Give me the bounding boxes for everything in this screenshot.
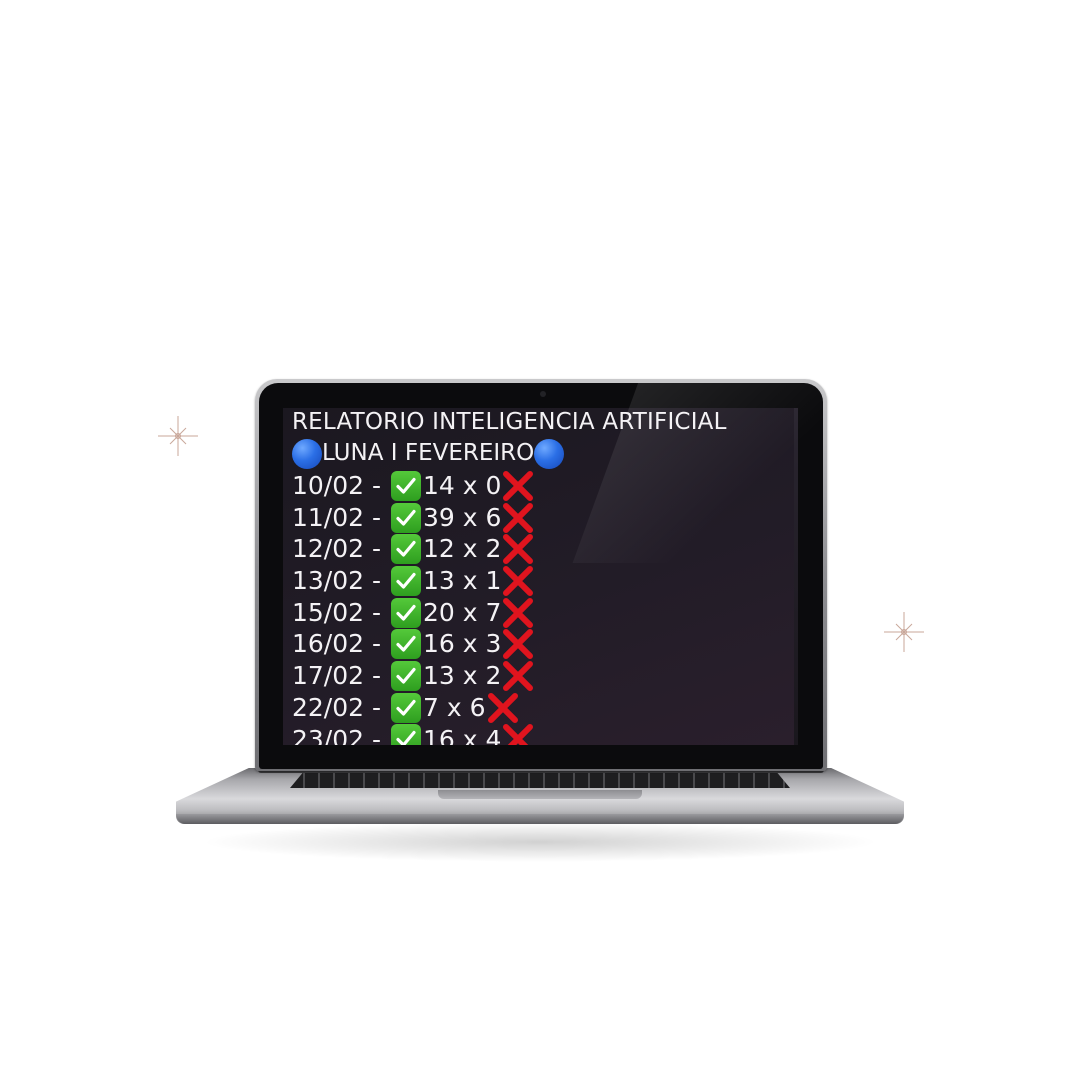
result-score: 13 x 2 (423, 661, 502, 691)
result-row: 12/02 - 12 x 2 (292, 533, 727, 565)
check-mark-icon (391, 565, 422, 596)
result-date: 17/02 - (292, 661, 382, 691)
result-row: 11/02 - 39 x 6 (292, 502, 727, 534)
result-score: 7 x 6 (423, 692, 486, 722)
check-mark-icon (391, 502, 422, 533)
check-mark-icon (391, 660, 422, 691)
result-score: 20 x 7 (423, 597, 502, 627)
laptop-bezel: RELATORIO INTELIGENCIA ARTIFICIAL LUNA I… (259, 383, 823, 769)
result-score: 14 x 0 (423, 471, 502, 500)
check-mark-icon (391, 724, 422, 745)
laptop-shadow (200, 822, 880, 862)
check-mark-icon (391, 692, 422, 723)
cross-mark-icon (501, 564, 535, 598)
result-score: 39 x 6 (423, 502, 502, 532)
check-mark-icon (391, 597, 422, 628)
cross-mark-icon (501, 469, 535, 503)
check-mark-icon (391, 534, 422, 565)
laptop-front-edge (176, 814, 904, 824)
result-date: 22/02 - (292, 692, 382, 722)
laptop-mockup: RELATORIO INTELIGENCIA ARTIFICIAL LUNA I… (0, 0, 1080, 1080)
result-date: 15/02 - (292, 597, 382, 627)
result-date: 16/02 - (292, 629, 382, 659)
cross-mark-icon (501, 501, 535, 535)
cross-mark-icon (501, 596, 535, 630)
laptop-lid: RELATORIO INTELIGENCIA ARTIFICIAL LUNA I… (255, 379, 827, 771)
result-row: 15/02 - 20 x 7 (292, 597, 727, 629)
laptop-trackpad-notch (438, 790, 642, 799)
result-date: 13/02 - (292, 566, 382, 596)
report-subtitle-text: LUNA I FEVEREIRO (322, 440, 535, 466)
cross-mark-icon (486, 691, 520, 725)
result-row: 10/02 - 14 x 0 (292, 470, 727, 502)
results-list: 10/02 -14 x 0 11/02 -39 x 6 12/02 -12 x 21… (292, 470, 727, 745)
laptop-screen: RELATORIO INTELIGENCIA ARTIFICIAL LUNA I… (283, 408, 798, 745)
report-title: RELATORIO INTELIGENCIA ARTIFICIAL (292, 409, 727, 435)
result-date: 11/02 - (292, 502, 382, 532)
blue-circle-icon (534, 438, 565, 469)
result-score: 12 x 2 (423, 534, 502, 564)
cross-mark-icon (501, 532, 535, 566)
check-mark-icon (391, 470, 422, 501)
result-date: 12/02 - (292, 534, 382, 564)
blue-circle-icon (292, 438, 322, 469)
result-score: 13 x 1 (423, 566, 502, 596)
result-row: 17/02 - 13 x 2 (292, 660, 727, 692)
result-date: 23/02 - (292, 724, 382, 746)
check-mark-icon (391, 629, 422, 660)
cross-mark-icon (501, 627, 535, 661)
result-date: 10/02 - (292, 471, 382, 500)
result-row: 13/02 - 13 x 1 (292, 565, 727, 597)
result-score: 16 x 4 (423, 724, 502, 746)
result-row: 16/02 - 16 x 3 (292, 628, 727, 660)
report-content: RELATORIO INTELIGENCIA ARTIFICIAL LUNA I… (292, 408, 727, 745)
result-row: 22/02 - 7 x 6 (292, 692, 727, 724)
result-row: 23/02 - 16 x 4 (292, 722, 727, 746)
result-score: 16 x 3 (423, 629, 502, 659)
cross-mark-icon (501, 659, 535, 693)
report-subtitle: LUNA I FEVEREIRO (292, 437, 727, 470)
screen-edge (794, 408, 798, 745)
camera-icon (540, 391, 546, 397)
cross-mark-icon (501, 722, 535, 745)
